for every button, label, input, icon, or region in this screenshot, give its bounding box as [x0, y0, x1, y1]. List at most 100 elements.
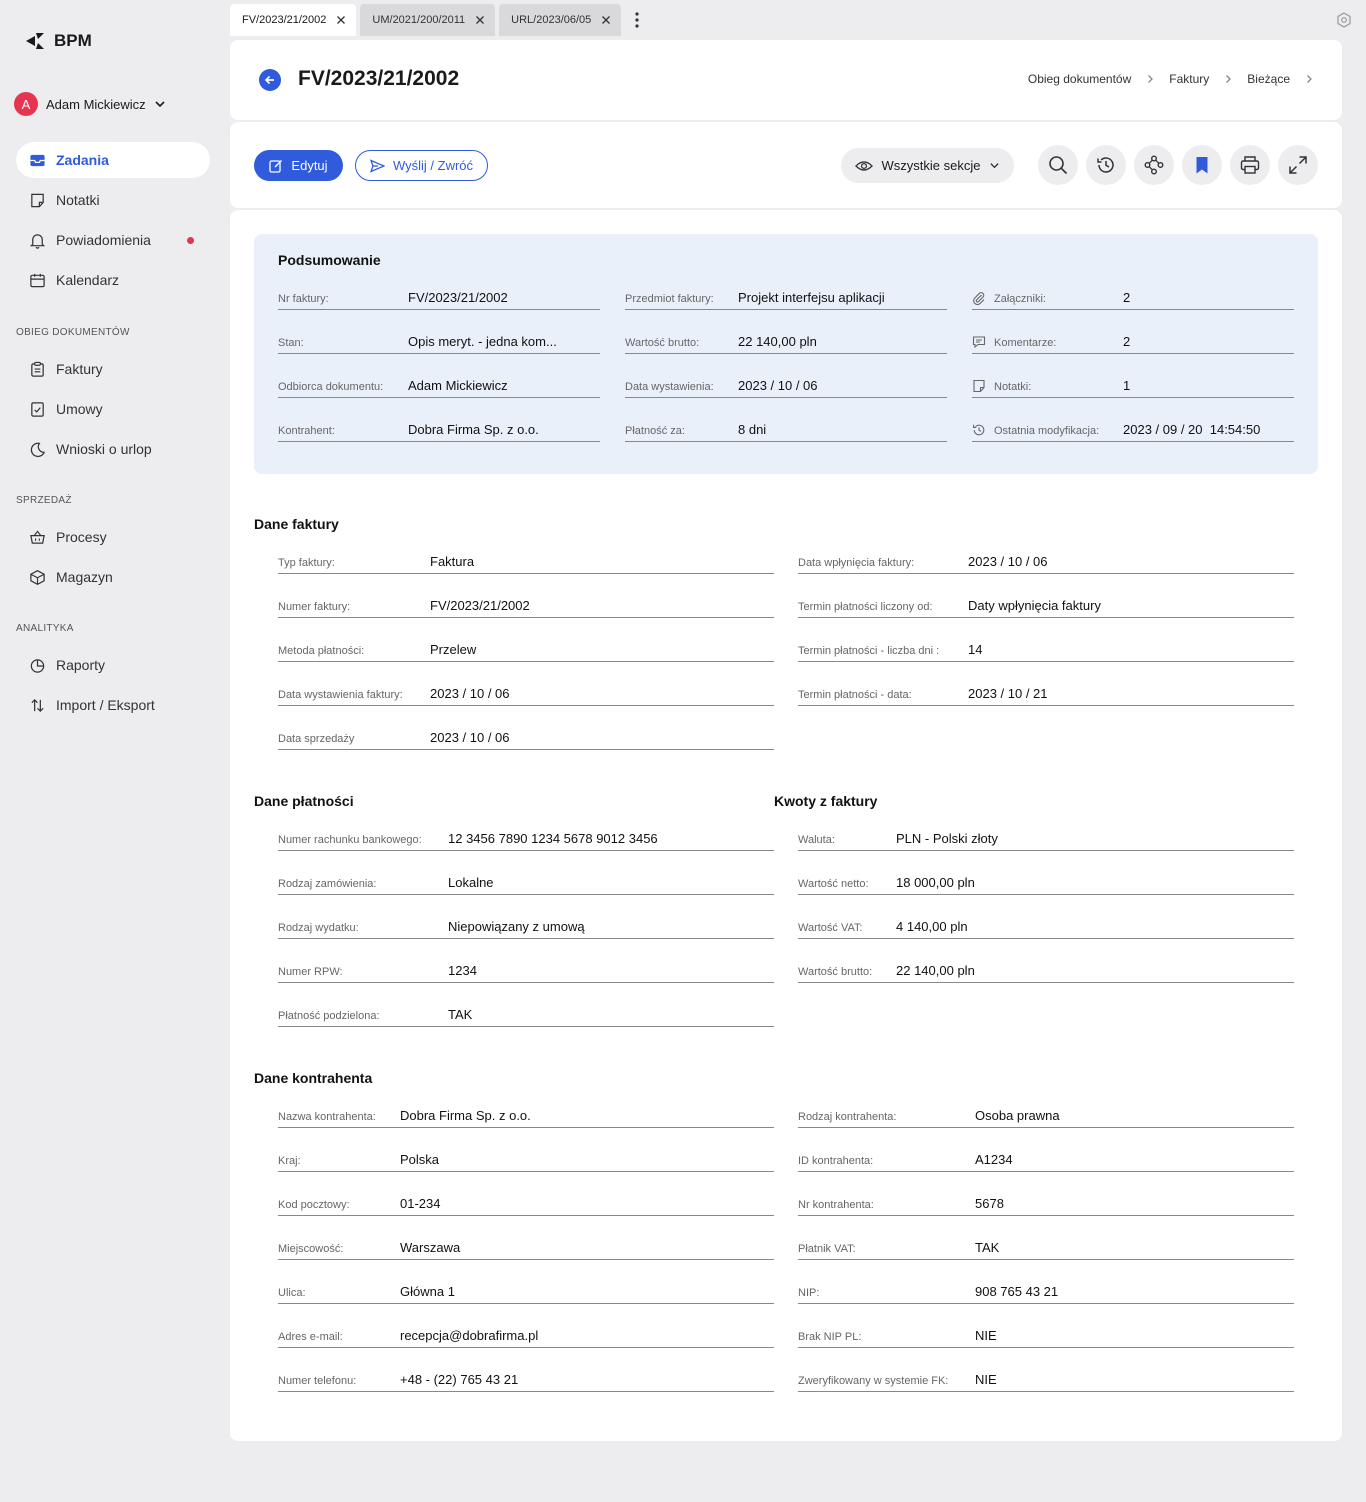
basket-icon: [28, 528, 46, 546]
field-value: 2023 / 10 / 06: [738, 378, 818, 393]
tab-url[interactable]: URL/2023/06/05: [499, 4, 622, 36]
sidebar-item-powiadomienia[interactable]: Powiadomienia: [16, 222, 210, 258]
search-button[interactable]: [1038, 145, 1078, 185]
field-value: 2: [1123, 334, 1131, 349]
field-value: 22 140,00 pln: [738, 334, 817, 349]
field-komentarze: Komentarze: 2: [972, 332, 1294, 354]
note-icon: [972, 379, 986, 393]
workflow-icon: [1144, 155, 1164, 175]
sidebar-item-label: Wnioski o urlop: [56, 441, 152, 457]
field-label: Płatność za:: [625, 425, 685, 437]
bookmark-button[interactable]: [1182, 145, 1222, 185]
field-zweryfikowany-fk: Zweryfikowany w systemie FK: NIE: [798, 1370, 1294, 1392]
field-label: Załączniki:: [994, 293, 1046, 305]
toolbar: Edytuj Wyślij / Zwróć Wszystkie sekcje: [230, 122, 1342, 208]
nav-group-title: OBIEG DOKUMENTÓW: [16, 327, 130, 338]
field-value: Opis meryt. - jedna kom...: [408, 334, 557, 349]
field-label: ID kontrahenta:: [798, 1155, 874, 1167]
summary-panel: Podsumowanie Nr faktury: FV/2023/21/2002…: [254, 234, 1318, 474]
search-icon: [1049, 156, 1068, 175]
field-value: Niepowiązany z umową: [448, 919, 585, 934]
breadcrumb-item[interactable]: Faktury: [1169, 72, 1209, 86]
breadcrumb-item[interactable]: Obieg dokumentów: [1028, 72, 1131, 86]
field-id-kontrahenta: ID kontrahenta: A1234: [798, 1150, 1294, 1172]
field-label: Zweryfikowany w systemie FK:: [798, 1375, 949, 1387]
back-button[interactable]: [259, 69, 281, 91]
field-label: Waluta:: [798, 834, 835, 846]
send-return-button[interactable]: Wyślij / Zwróć: [355, 150, 488, 181]
field-label: Notatki:: [994, 381, 1032, 393]
sidebar-item-zadania[interactable]: Zadania: [16, 142, 210, 178]
field-platnosc-podzielona: Płatność podzielona: TAK: [278, 1005, 774, 1027]
app-logo[interactable]: BPM: [24, 30, 92, 52]
field-value: Adam Mickiewicz: [408, 378, 508, 393]
edit-button[interactable]: Edytuj: [254, 150, 343, 181]
field-label: Miejscowość:: [278, 1243, 344, 1255]
sidebar-item-kalendarz[interactable]: Kalendarz: [16, 262, 210, 298]
avatar: A: [14, 92, 38, 116]
field-value: recepcja@dobrafirma.pl: [400, 1328, 539, 1343]
expand-button[interactable]: [1278, 145, 1318, 185]
field-label: Numer faktury:: [278, 601, 351, 613]
print-icon: [1240, 156, 1260, 174]
field-value: TAK: [448, 1007, 473, 1022]
sidebar-item-wnioski[interactable]: Wnioski o urlop: [16, 431, 210, 467]
expand-icon: [1289, 156, 1307, 174]
field-label: Kod pocztowy:: [278, 1199, 350, 1211]
field-label: Płatność podzielona:: [278, 1010, 380, 1022]
field-numer-telefonu: Numer telefonu: +48 - (22) 765 43 21: [278, 1370, 774, 1392]
field-label: Rodzaj kontrahenta:: [798, 1111, 897, 1123]
sidebar-item-procesy[interactable]: Procesy: [16, 519, 210, 555]
breadcrumb-item[interactable]: Bieżące: [1247, 72, 1290, 86]
sidebar-item-magazyn[interactable]: Magazyn: [16, 559, 210, 595]
field-value: 2: [1123, 290, 1131, 305]
tab-fv[interactable]: FV/2023/21/2002: [230, 4, 357, 36]
amounts-section-title: Kwoty z faktury: [774, 793, 878, 809]
field-label: Kraj:: [278, 1155, 301, 1167]
sidebar-item-faktury[interactable]: Faktury: [16, 351, 210, 387]
user-menu[interactable]: A Adam Mickiewicz: [14, 92, 166, 116]
field-kod-pocztowy: Kod pocztowy: 01-234: [278, 1194, 774, 1216]
sidebar-item-umowy[interactable]: Umowy: [16, 391, 210, 427]
field-value: Faktura: [430, 554, 475, 569]
sidebar-item-label: Magazyn: [56, 569, 113, 585]
field-label: Ulica:: [278, 1287, 306, 1299]
tab-um[interactable]: UM/2021/200/2011: [360, 4, 496, 36]
more-tabs-button[interactable]: [625, 4, 649, 36]
field-value: 2023 / 09 / 20 14:54:50: [1123, 422, 1261, 437]
field-metoda-platnosci: Metoda płatności: Przelew: [278, 640, 774, 662]
app-name: BPM: [54, 31, 92, 50]
history-button[interactable]: [1086, 145, 1126, 185]
field-notatki: Notatki: 1: [972, 376, 1294, 398]
field-value: Polska: [400, 1152, 440, 1167]
print-button[interactable]: [1230, 145, 1270, 185]
nav-documents: OBIEG DOKUMENTÓW Faktury Umowy Wnioski o…: [16, 327, 210, 471]
close-icon[interactable]: [336, 15, 346, 25]
field-value: 14: [968, 642, 983, 657]
close-icon[interactable]: [475, 15, 485, 25]
field-numer-rachunku: Numer rachunku bankowego: 12 3456 7890 1…: [278, 829, 774, 851]
sidebar-item-notatki[interactable]: Notatki: [16, 182, 210, 218]
field-rodzaj-wydatku: Rodzaj wydatku: Niepowiązany z umową: [278, 917, 774, 939]
sections-dropdown[interactable]: Wszystkie sekcje: [841, 148, 1014, 183]
field-adres-email: Adres e-mail: recepcja@dobrafirma.pl: [278, 1326, 774, 1348]
field-zalaczniki: Załączniki: 2: [972, 288, 1294, 310]
logo-icon: [26, 33, 44, 49]
settings-icon[interactable]: [1336, 12, 1352, 28]
summary-title: Podsumowanie: [278, 252, 381, 268]
close-icon[interactable]: [601, 15, 611, 25]
sidebar-item-label: Raporty: [56, 657, 106, 673]
bell-icon: [28, 231, 46, 249]
field-numer-faktury: Numer faktury: FV/2023/21/2002: [278, 596, 774, 618]
field-value: FV/2023/21/2002: [408, 290, 508, 305]
field-miejscowosc: Miejscowość: Warszawa: [278, 1238, 774, 1260]
edit-icon: [269, 159, 283, 173]
bookmark-icon: [1196, 157, 1208, 174]
sidebar-item-import-eksport[interactable]: Import / Eksport: [16, 687, 210, 723]
field-wartosc-brutto: Wartość brutto: 22 140,00 pln: [625, 332, 947, 354]
field-typ-faktury: Typ faktury: Faktura: [278, 552, 774, 574]
sidebar-item-raporty[interactable]: Raporty: [16, 647, 210, 683]
workflow-button[interactable]: [1134, 145, 1174, 185]
field-label: Wartość VAT:: [798, 922, 863, 934]
field-platnik-vat: Płatnik VAT: TAK: [798, 1238, 1294, 1260]
